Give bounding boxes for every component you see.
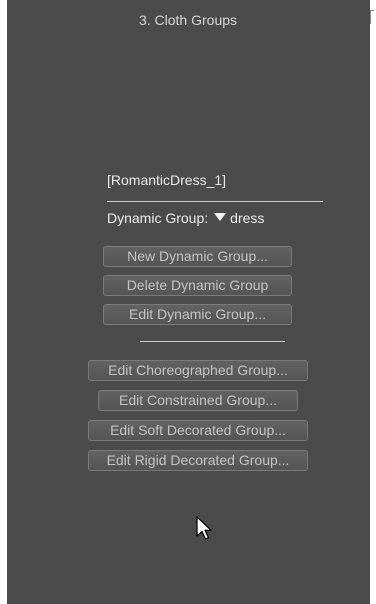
- cloth-groups-panel: [7, 0, 370, 604]
- edit-constrained-group-button[interactable]: Edit Constrained Group...: [98, 390, 298, 411]
- edit-dynamic-group-button[interactable]: Edit Dynamic Group...: [103, 304, 292, 325]
- triangle-down-icon[interactable]: [214, 213, 227, 221]
- edit-choreographed-group-button[interactable]: Edit Choreographed Group...: [88, 360, 308, 381]
- panel-title: 3. Cloth Groups: [138, 12, 238, 28]
- top-divider: [107, 201, 323, 202]
- dynamic-group-label: Dynamic Group:: [107, 210, 209, 226]
- new-dynamic-group-button[interactable]: New Dynamic Group...: [103, 246, 292, 267]
- delete-dynamic-group-button[interactable]: Delete Dynamic Group: [103, 275, 292, 296]
- edit-rigid-decorated-group-button[interactable]: Edit Rigid Decorated Group...: [88, 450, 308, 471]
- dynamic-group-select[interactable]: dress: [230, 210, 264, 226]
- edit-soft-decorated-group-button[interactable]: Edit Soft Decorated Group...: [88, 420, 308, 441]
- middle-divider: [140, 341, 285, 342]
- dynamic-group-row: Dynamic Group: dress: [107, 210, 264, 226]
- mouse-pointer-icon: [196, 516, 212, 540]
- figure-name-label: [RomanticDress_1]: [107, 172, 227, 188]
